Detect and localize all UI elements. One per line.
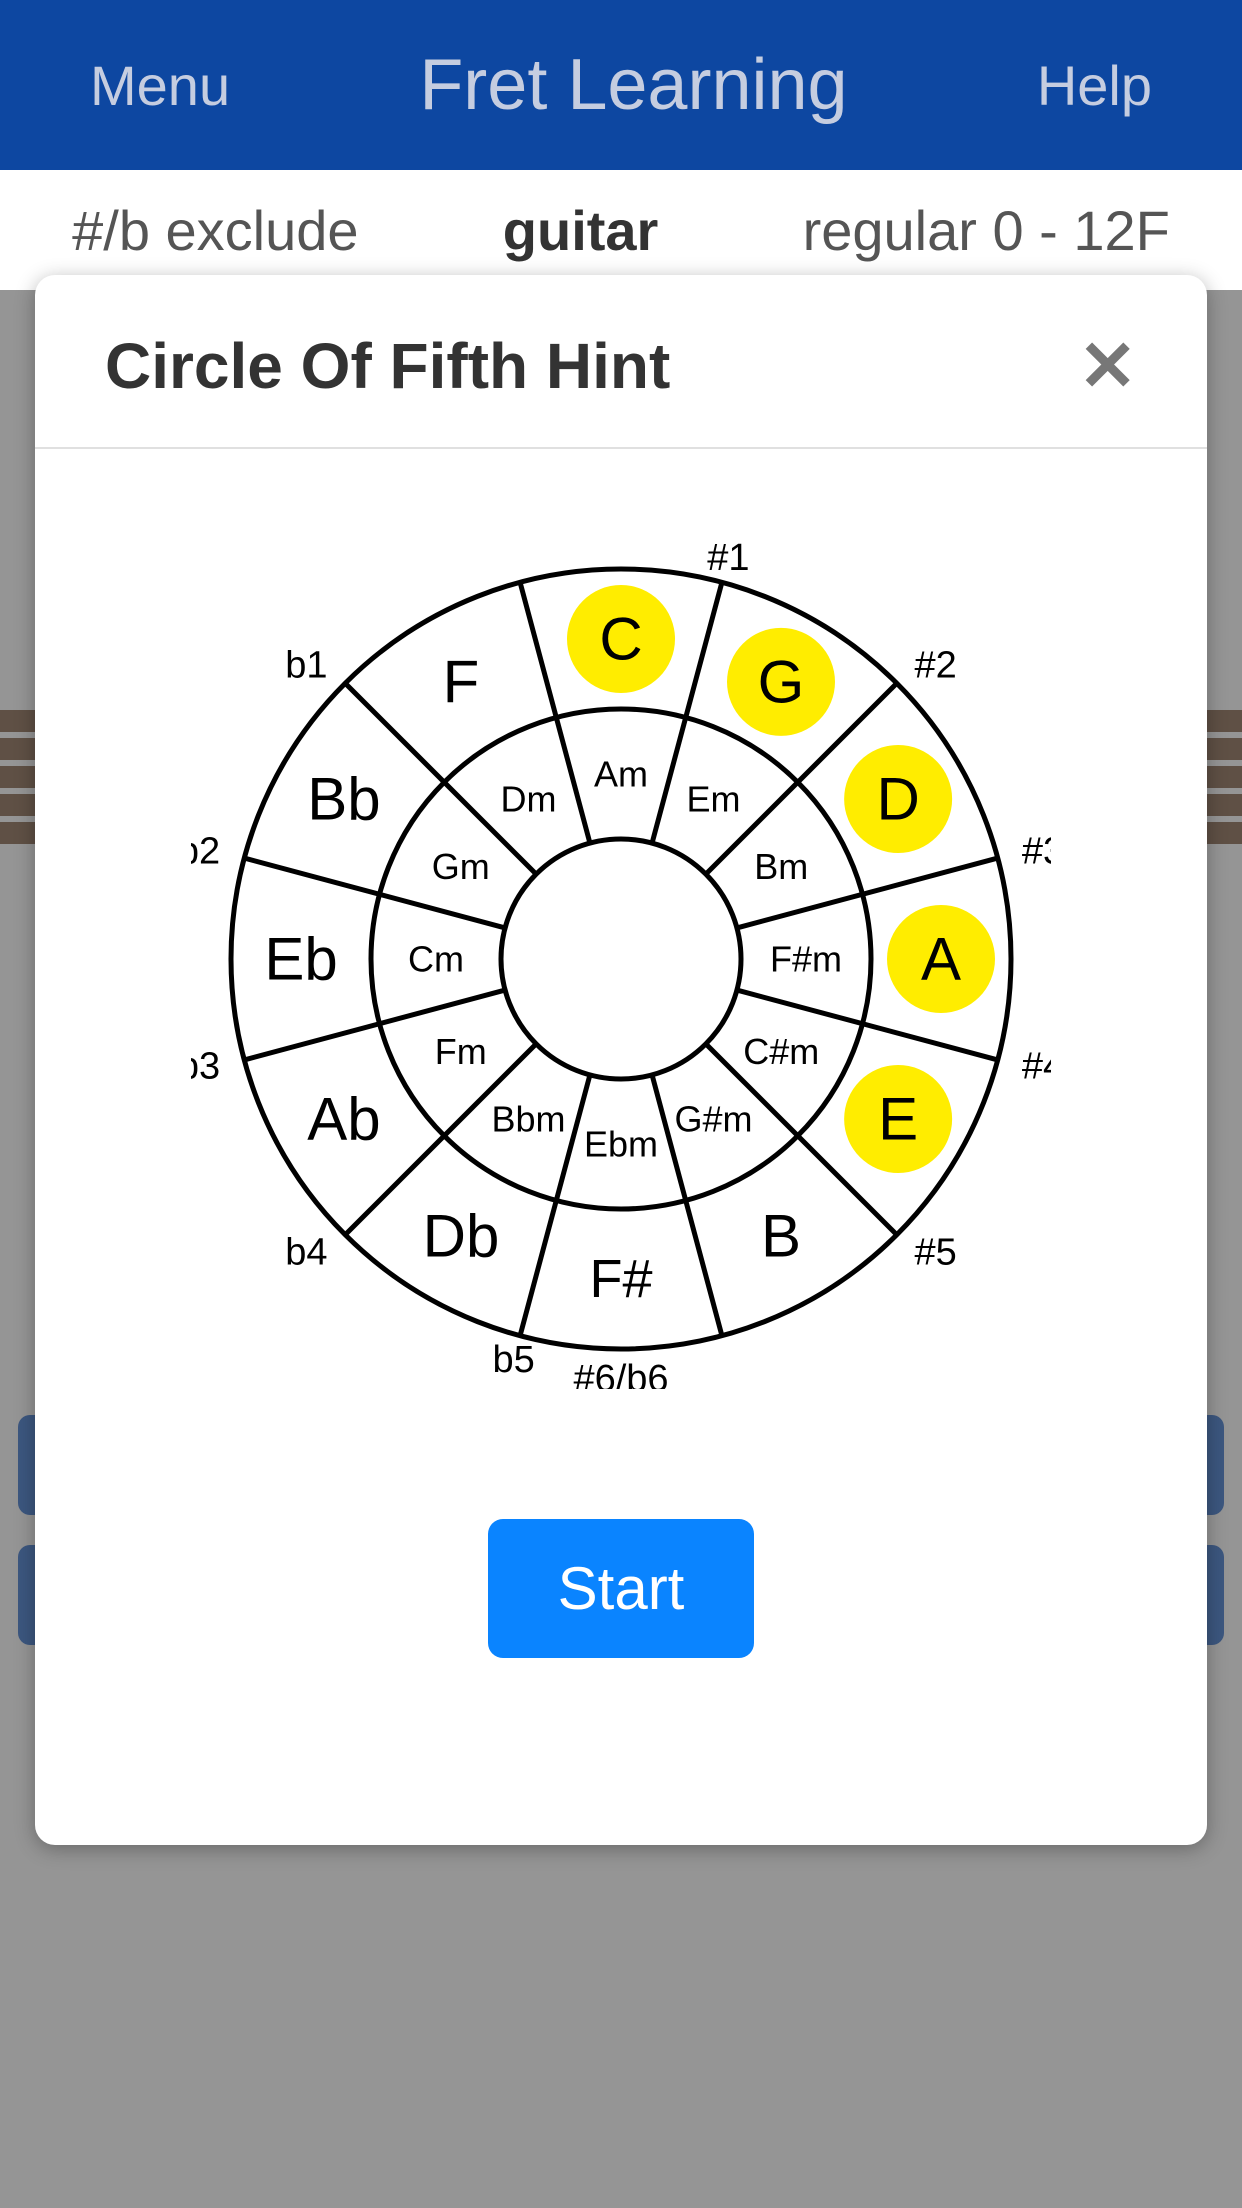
minor-Am: Am (594, 754, 648, 795)
menu-button[interactable]: Menu (90, 53, 230, 118)
major-Db: Db (423, 1203, 500, 1270)
minor-Ebm: Ebm (584, 1124, 658, 1165)
edge-label-b2: b2 (191, 831, 220, 873)
minor-Fm: Fm (435, 1031, 487, 1072)
major-Ab: Ab (307, 1086, 380, 1153)
edge-label-b4: b4 (285, 1231, 327, 1273)
start-button[interactable]: Start (488, 1519, 755, 1658)
major-Eb: Eb (264, 926, 337, 993)
minor-Dm: Dm (501, 778, 557, 819)
edge-label-5: #5 (914, 1231, 956, 1273)
close-icon[interactable]: ✕ (1078, 325, 1137, 407)
modal-title: Circle Of Fifth Hint (105, 329, 670, 403)
major-G: G (758, 648, 805, 715)
major-C: C (599, 606, 642, 673)
edge-label-1: #1 (707, 537, 749, 579)
minor-C#m: C#m (743, 1031, 819, 1072)
edge-label-b1: b1 (285, 645, 327, 687)
edge-label-4: #4 (1022, 1045, 1051, 1087)
major-B: B (761, 1203, 801, 1270)
major-Bb: Bb (307, 766, 380, 833)
minor-Gm: Gm (432, 846, 490, 887)
minor-Bbm: Bbm (491, 1099, 565, 1140)
circle-of-fifths: C G D A E B F# Db Ab Eb Bb F Am Em Bm F#m C#m G#m Ebm BbmF… (191, 529, 1051, 1389)
app-title: Fret Learning (419, 44, 847, 126)
major-F#: F# (589, 1249, 652, 1309)
minor-F#m: F#m (770, 939, 842, 980)
minor-Em: Em (687, 778, 741, 819)
major-A: A (921, 926, 961, 993)
major-F: F (443, 648, 480, 715)
hint-modal: Circle Of Fifth Hint ✕ C G D A E B F# Db Ab Eb Bb F… (35, 275, 1207, 1845)
major-D: D (876, 766, 919, 833)
minor-G#m: G#m (674, 1099, 752, 1140)
edge-label-3: #3 (1022, 831, 1051, 873)
minor-Cm: Cm (408, 939, 464, 980)
modal-body: C G D A E B F# Db Ab Eb Bb F Am Em Bm F#m C#m G#m Ebm BbmF… (35, 449, 1207, 1845)
minor-Bm: Bm (754, 846, 808, 887)
edge-label-6b6: #6/b6 (573, 1358, 668, 1389)
edge-label-b5: b5 (492, 1339, 534, 1381)
edge-label-b3: b3 (191, 1045, 220, 1087)
app-header: Menu Fret Learning Help (0, 0, 1242, 170)
edge-label-2: #2 (914, 645, 956, 687)
help-button[interactable]: Help (1037, 53, 1152, 118)
modal-header: Circle Of Fifth Hint ✕ (35, 275, 1207, 449)
major-E: E (878, 1086, 918, 1153)
